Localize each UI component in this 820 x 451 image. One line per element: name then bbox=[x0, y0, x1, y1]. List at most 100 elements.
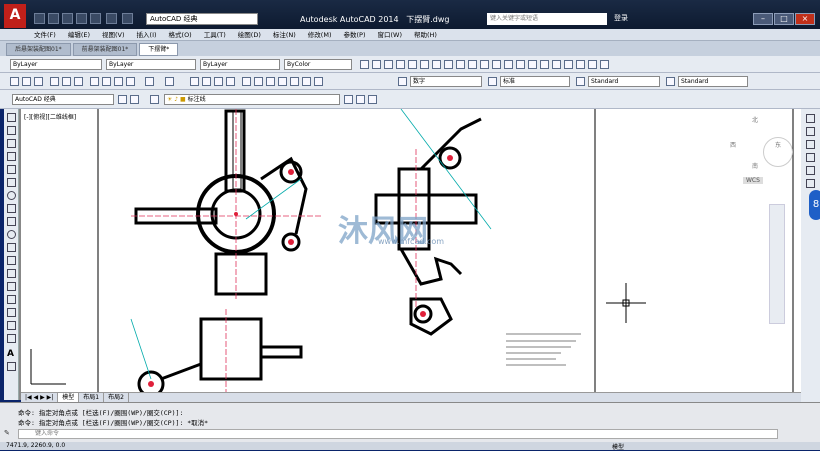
doc-tab-3[interactable]: 下摆臂* bbox=[139, 43, 179, 56]
textstyle-select[interactable]: 数字 bbox=[410, 76, 482, 87]
hatch-tool-icon[interactable] bbox=[7, 295, 16, 304]
doc-tab-2[interactable]: 前悬架装配图01* bbox=[72, 43, 138, 56]
right-tool-3-icon[interactable] bbox=[806, 140, 815, 149]
polyline-tool-icon[interactable] bbox=[7, 139, 16, 148]
menu-tools[interactable]: 工具(T) bbox=[198, 29, 232, 41]
command-input[interactable]: 键入命令 bbox=[18, 429, 778, 439]
drawing-canvas[interactable]: 沐风网 www.mfcad.com 北 西 东 南 WCS bbox=[21, 109, 801, 392]
sheetset-icon[interactable] bbox=[278, 77, 287, 86]
extend-icon[interactable] bbox=[468, 60, 477, 69]
new-icon[interactable] bbox=[34, 13, 45, 24]
revcloud-tool-icon[interactable] bbox=[7, 204, 16, 213]
line-tool-icon[interactable] bbox=[7, 113, 16, 122]
spline-tool-icon[interactable] bbox=[7, 217, 16, 226]
navigation-bar[interactable] bbox=[769, 204, 785, 324]
zoom-window-icon[interactable] bbox=[214, 77, 223, 86]
make-current-icon[interactable] bbox=[344, 95, 353, 104]
close-button[interactable]: × bbox=[795, 13, 815, 25]
xline-tool-icon[interactable] bbox=[7, 126, 16, 135]
viewcube-south[interactable]: 南 bbox=[752, 161, 758, 170]
autocad-logo-icon[interactable]: A bbox=[4, 4, 26, 28]
right-tool-6-icon[interactable] bbox=[806, 179, 815, 188]
layer-manager-icon[interactable] bbox=[150, 95, 159, 104]
rectangle-icon[interactable] bbox=[408, 60, 417, 69]
make-block-tool-icon[interactable] bbox=[7, 269, 16, 278]
block-icon[interactable] bbox=[126, 77, 135, 86]
viewcube-east[interactable]: 东 bbox=[775, 140, 781, 149]
viewcube-west[interactable]: 西 bbox=[730, 140, 736, 149]
copy-icon[interactable] bbox=[588, 60, 597, 69]
undo-tb-icon[interactable] bbox=[145, 77, 154, 86]
viewport-label[interactable]: [-][俯视][二维线框] bbox=[24, 112, 76, 121]
toolpalette-icon[interactable] bbox=[266, 77, 275, 86]
menu-view[interactable]: 视图(V) bbox=[96, 29, 131, 41]
rotate-icon[interactable] bbox=[432, 60, 441, 69]
workspace-select[interactable]: AutoCAD 经典 bbox=[146, 13, 258, 25]
circle-icon[interactable] bbox=[384, 60, 393, 69]
color-select[interactable]: ByColor bbox=[284, 59, 352, 70]
print-icon[interactable] bbox=[90, 13, 101, 24]
markup-icon[interactable] bbox=[290, 77, 299, 86]
qopen-icon[interactable] bbox=[22, 77, 31, 86]
viewcube-north[interactable]: 北 bbox=[752, 115, 758, 124]
tablestyle-icon[interactable] bbox=[576, 77, 585, 86]
region-tool-icon[interactable] bbox=[7, 321, 16, 330]
fillet-icon[interactable] bbox=[504, 60, 513, 69]
tab-layout2[interactable]: 布局2 bbox=[104, 393, 129, 402]
tab-model[interactable]: 模型 bbox=[58, 393, 80, 402]
qsave-icon[interactable] bbox=[34, 77, 43, 86]
plot-icon[interactable] bbox=[50, 77, 59, 86]
move-icon[interactable] bbox=[420, 60, 429, 69]
lineweight-select[interactable]: ByLayer bbox=[200, 59, 280, 70]
menu-parametric[interactable]: 参数(P) bbox=[337, 29, 371, 41]
workspace-toolbar-select[interactable]: AutoCAD 经典 bbox=[12, 94, 114, 105]
matchprop-icon[interactable] bbox=[114, 77, 123, 86]
login-button[interactable]: 登录 bbox=[614, 13, 628, 23]
mirror-icon[interactable] bbox=[492, 60, 501, 69]
erase-icon[interactable] bbox=[600, 60, 609, 69]
layer-state-icon[interactable] bbox=[368, 95, 377, 104]
menu-help[interactable]: 帮助(H) bbox=[408, 29, 443, 41]
maximize-button[interactable]: □ bbox=[774, 13, 794, 25]
menu-file[interactable]: 文件(F) bbox=[28, 29, 62, 41]
stretch-icon[interactable] bbox=[552, 60, 561, 69]
tab-layout1[interactable]: 布局1 bbox=[79, 393, 105, 402]
minimize-button[interactable]: – bbox=[753, 13, 773, 25]
mtext-tool-icon[interactable]: A bbox=[7, 349, 16, 359]
menu-draw[interactable]: 绘图(D) bbox=[232, 29, 267, 41]
mleaderstyle-icon[interactable] bbox=[666, 77, 675, 86]
menu-window[interactable]: 窗口(W) bbox=[371, 29, 408, 41]
rectangle-tool-icon[interactable] bbox=[7, 165, 16, 174]
workspace-settings-icon[interactable] bbox=[118, 95, 127, 104]
right-tool-4-icon[interactable] bbox=[806, 153, 815, 162]
point-tool-icon[interactable] bbox=[7, 282, 16, 291]
undo-icon[interactable] bbox=[106, 13, 117, 24]
menu-edit[interactable]: 编辑(E) bbox=[62, 29, 96, 41]
dimstyle-icon[interactable] bbox=[488, 77, 497, 86]
table-tool-icon[interactable] bbox=[7, 334, 16, 343]
right-tool-1-icon[interactable] bbox=[806, 114, 815, 123]
cut-icon[interactable] bbox=[90, 77, 99, 86]
menu-format[interactable]: 格式(O) bbox=[163, 29, 198, 41]
draw-line-icon[interactable] bbox=[360, 60, 369, 69]
ellipse-arc-tool-icon[interactable] bbox=[7, 243, 16, 252]
explode-icon[interactable] bbox=[540, 60, 549, 69]
current-layer-select[interactable]: ☀ ♪ ■ 标注线 bbox=[164, 94, 340, 105]
menu-modify[interactable]: 修改(M) bbox=[302, 29, 338, 41]
right-tool-5-icon[interactable] bbox=[806, 166, 815, 175]
menu-insert[interactable]: 插入(I) bbox=[131, 29, 163, 41]
insert-block-tool-icon[interactable] bbox=[7, 256, 16, 265]
properties-icon[interactable] bbox=[242, 77, 251, 86]
layer-select[interactable]: ByLayer bbox=[10, 59, 102, 70]
menu-dimension[interactable]: 标注(N) bbox=[267, 29, 302, 41]
doc-tab-1[interactable]: 后悬架装配图01* bbox=[6, 43, 71, 56]
polyline-icon[interactable] bbox=[372, 60, 381, 69]
floating-badge[interactable]: 8 bbox=[809, 190, 820, 220]
join-icon[interactable] bbox=[576, 60, 585, 69]
layer-previous-icon[interactable] bbox=[356, 95, 365, 104]
textstyle-icon[interactable] bbox=[398, 77, 407, 86]
saveas-icon[interactable] bbox=[76, 13, 87, 24]
gradient-tool-icon[interactable] bbox=[7, 308, 16, 317]
offset-icon[interactable] bbox=[480, 60, 489, 69]
publish-icon[interactable] bbox=[74, 77, 83, 86]
